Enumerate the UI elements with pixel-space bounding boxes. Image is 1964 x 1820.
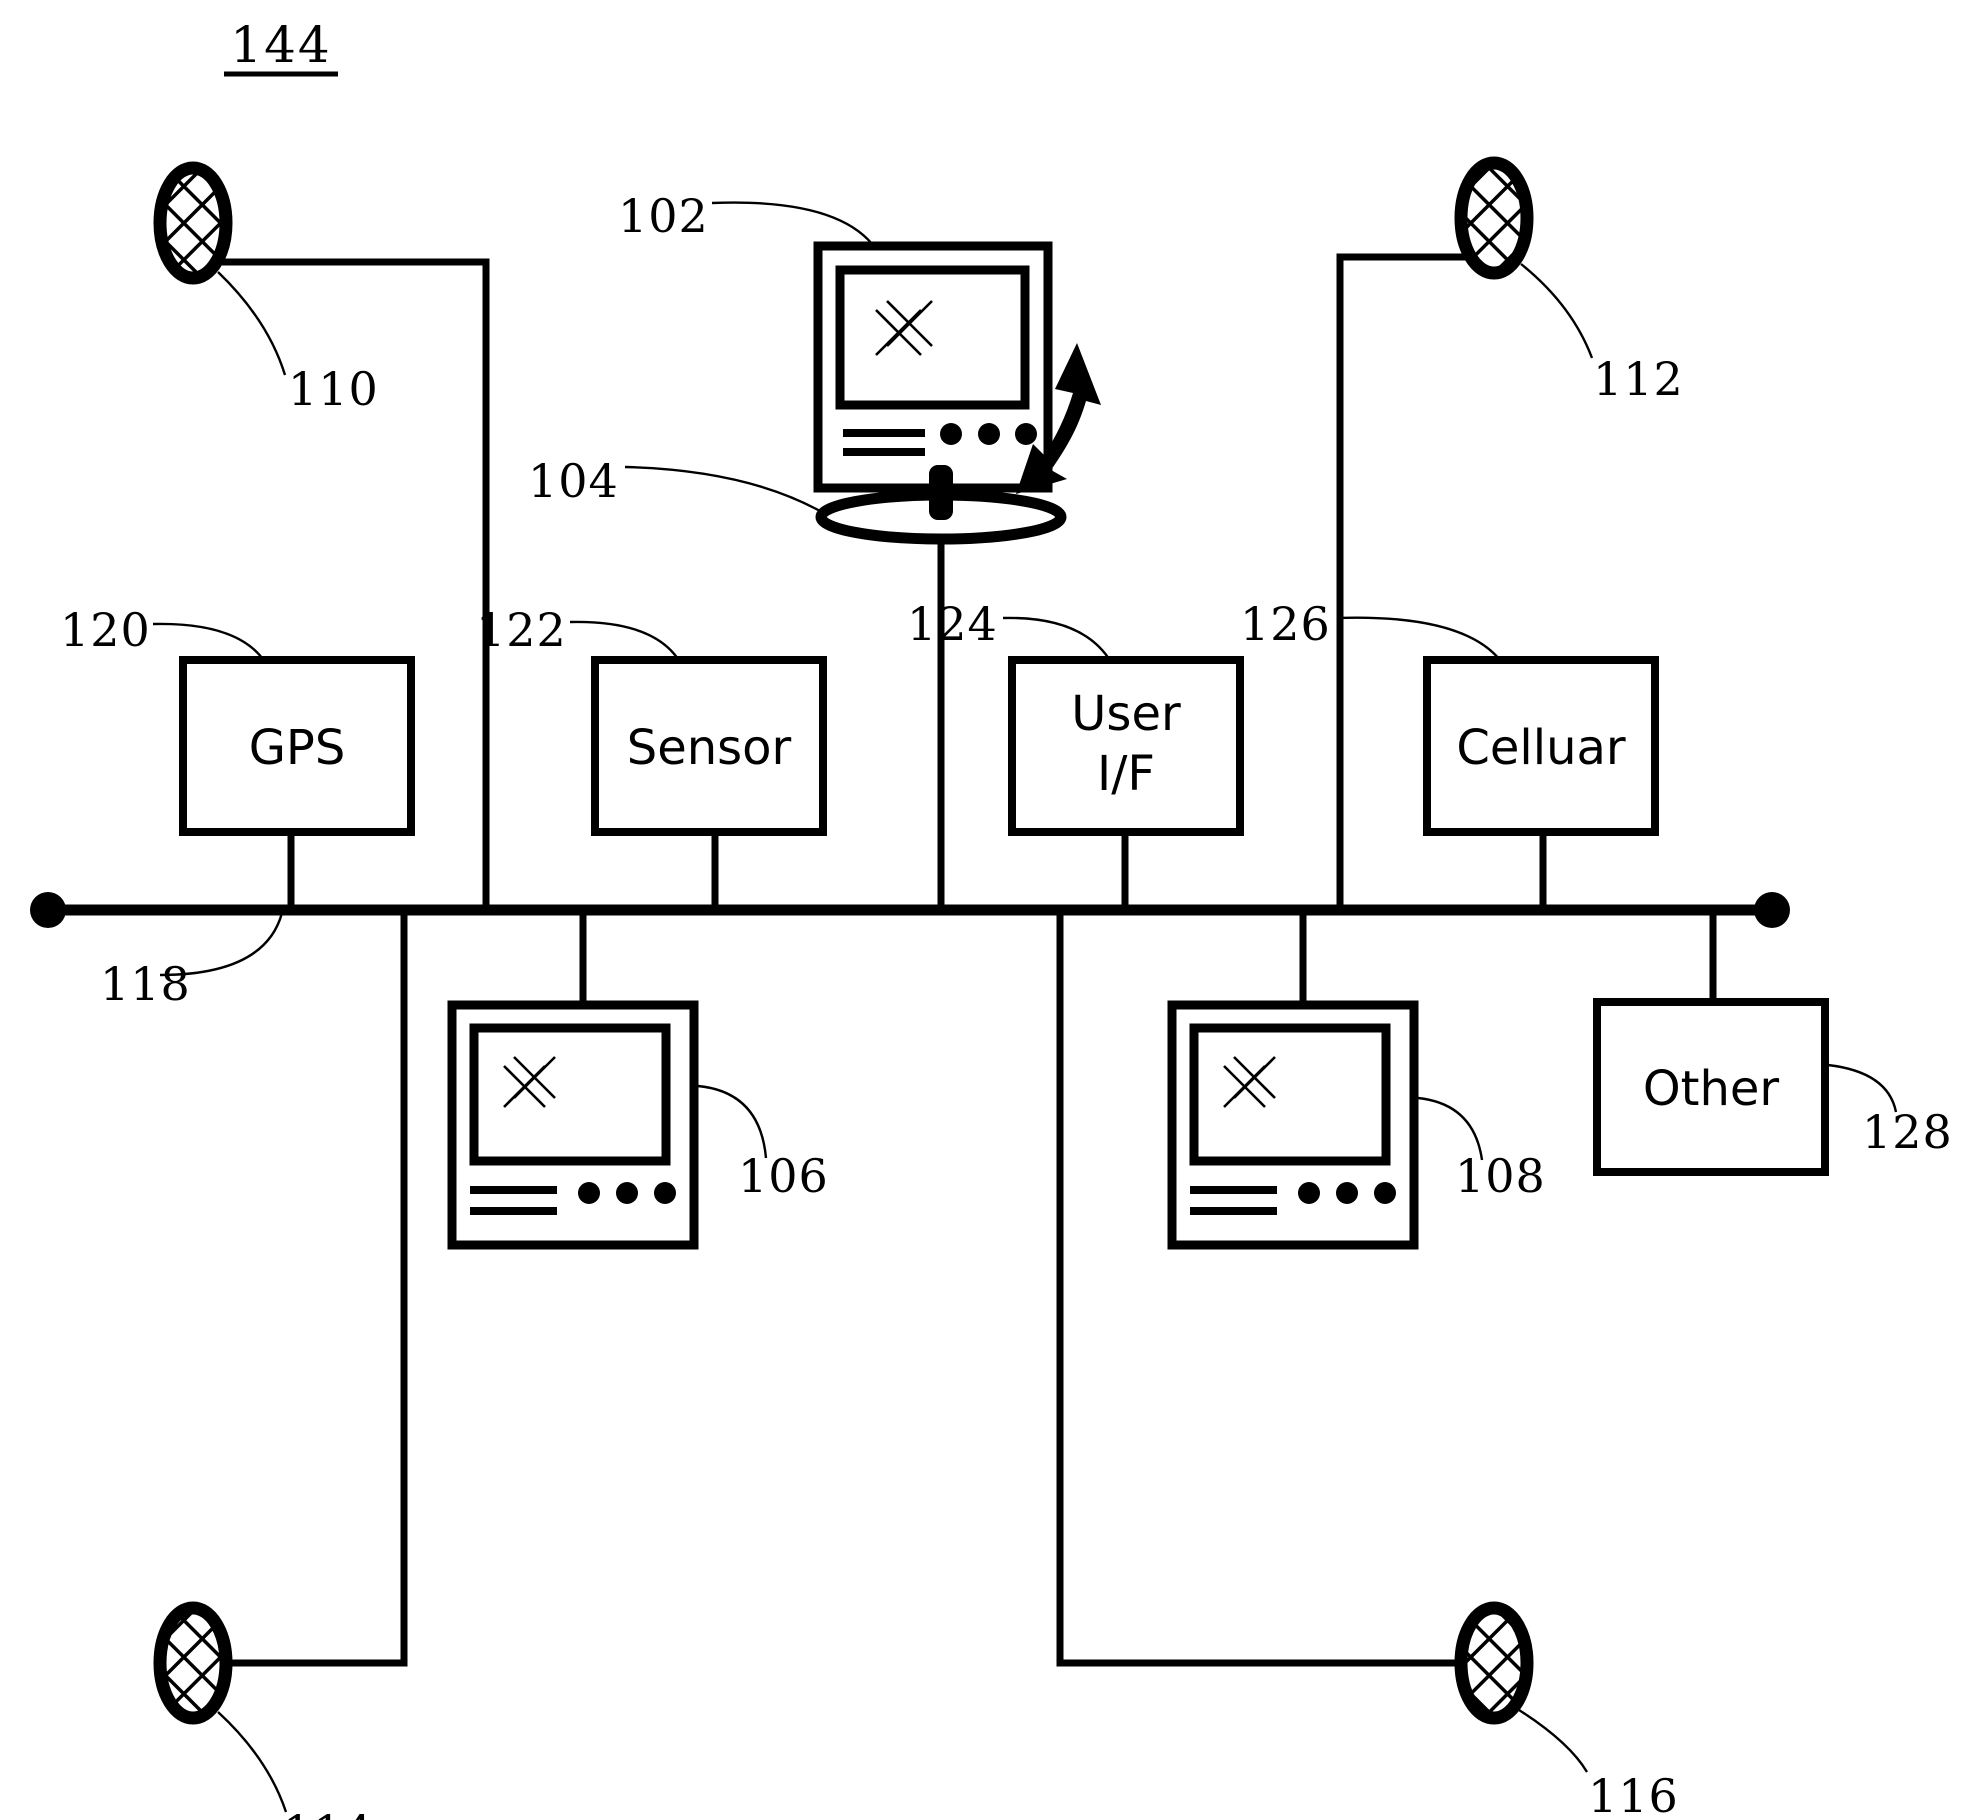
ref-number-102: 102 [618,189,709,243]
box-gps-label: GPS [249,720,346,776]
ref-number-120: 120 [60,603,151,657]
ref-number-114: 114 [283,1805,374,1820]
ref-number-108: 108 [1455,1149,1546,1203]
box-cellular-label: Celluar [1456,720,1626,776]
monitor-102-led-3 [1015,423,1037,445]
ref-number-128: 128 [1862,1105,1953,1159]
antenna-top-left-group: 110 [153,161,379,416]
box-sensor-group: Sensor 122 [476,603,827,836]
wire-bus-to-antenna114 [224,910,408,1667]
box-gps-group: GPS 120 [60,603,415,836]
leader-126 [1336,616,1501,661]
figure-title: 144 [230,16,331,74]
antenna-top-right-group: 112 [1454,156,1684,406]
leader-112 [1520,263,1594,359]
monitor-108-led-3 [1374,1182,1396,1204]
monitor-106-screen [469,1023,671,1166]
ref-number-118: 118 [100,957,191,1011]
ref-number-112: 112 [1593,352,1684,406]
ref-number-110: 110 [288,362,379,416]
ref-number-106: 106 [738,1149,829,1203]
monitor-106-led-1 [578,1182,600,1204]
leader-104 [624,465,821,513]
figure-title-group: 144 [224,16,338,77]
patent-figure-canvas: 144 118 110 112 116 102 104 GPS 120 Sens… [0,0,1964,1820]
monitor-base-neck-front [929,465,953,520]
monitor-102-led-1 [940,423,962,445]
monitor-102-led-2 [978,423,1000,445]
main-monitor-group: 102 [618,189,1053,493]
bus-terminal-left [30,892,66,928]
leader-116 [1518,1708,1589,1773]
monitor-108-led-1 [1298,1182,1320,1204]
monitor-106-led-3 [654,1182,676,1204]
box-other-group: Other 128 [1593,998,1953,1176]
ref-number-126: 126 [1240,597,1331,651]
leader-110 [217,271,287,376]
antenna-bottom-right-group: 116 [1454,1601,1679,1820]
ref-number-124: 124 [907,597,998,651]
box-cellular-group: Celluar 126 [1240,597,1659,836]
ref-number-104: 104 [528,454,619,508]
leader-114 [217,1711,288,1813]
leader-106 [697,1084,768,1159]
box-sensor-label: Sensor [627,720,792,776]
box-other-label: Other [1643,1061,1780,1117]
bus-terminal-right [1754,892,1790,928]
box-userif-label-line1: User [1071,686,1181,742]
box-userif-label-line2: I/F [1097,746,1155,802]
monitor-102-screen [835,265,1030,410]
monitor-106-group: 106 [447,1000,829,1250]
system-bus-group: 118 [30,892,1790,1011]
leader-122 [569,620,682,663]
monitor-108-led-2 [1336,1182,1358,1204]
ref-number-116: 116 [1588,1769,1679,1820]
antenna-bottom-left-group: 114 [153,1601,374,1820]
box-userif-group: User I/F 124 [907,597,1244,836]
monitor-106-led-2 [616,1182,638,1204]
monitor-108-screen [1189,1023,1391,1166]
leader-124 [1002,616,1113,663]
ref-number-122: 122 [476,603,567,657]
monitor-108-group: 108 [1167,1000,1546,1250]
